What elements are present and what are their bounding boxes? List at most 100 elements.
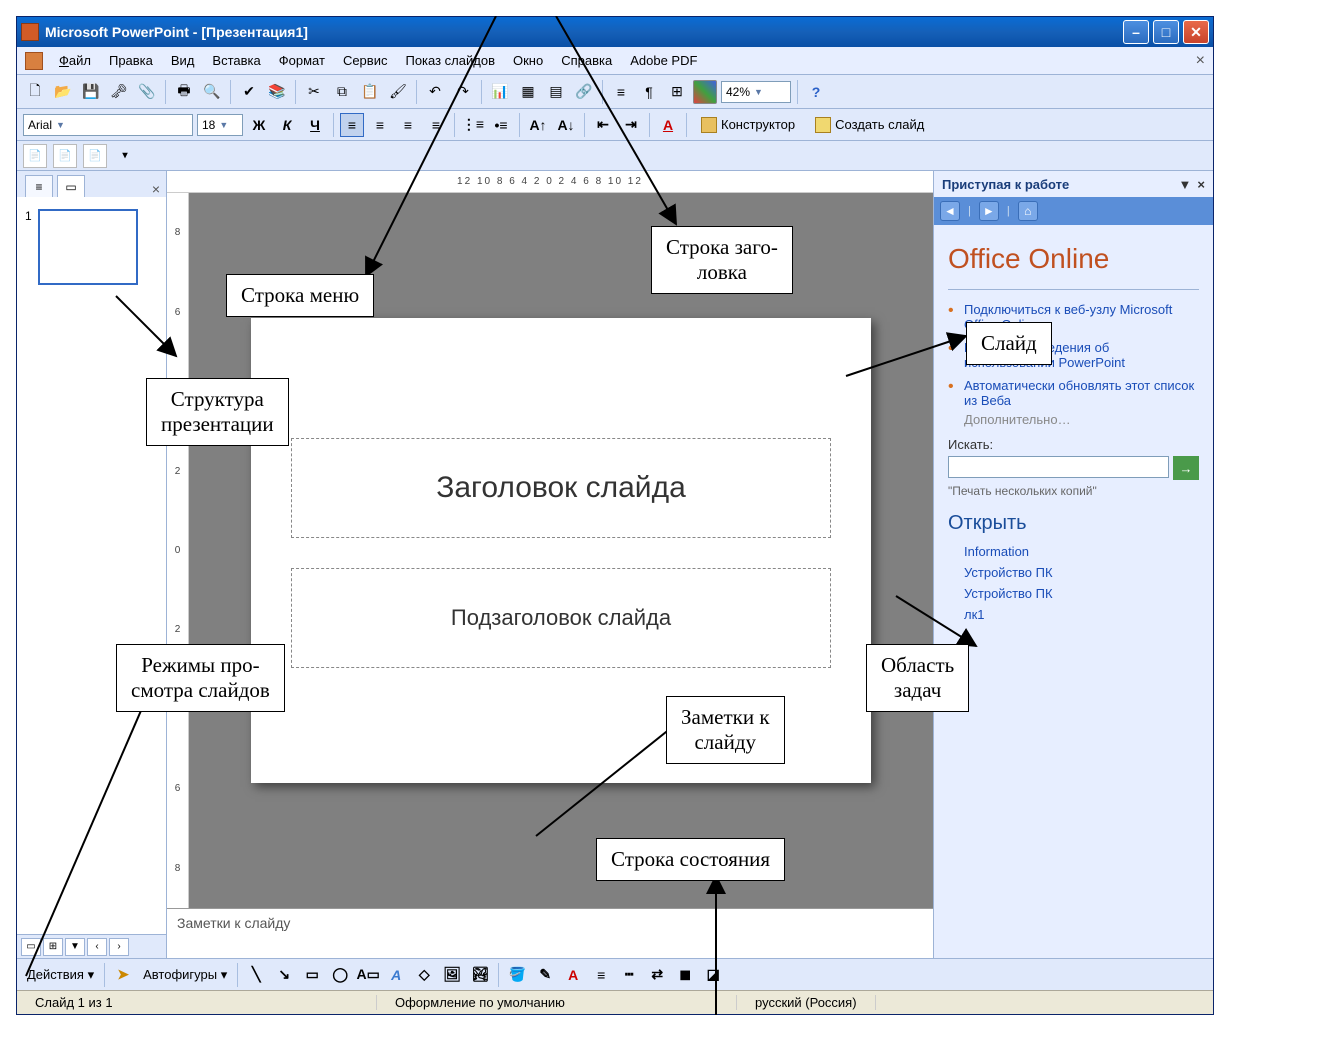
chart-icon[interactable]: 📊 [488, 80, 512, 104]
line-icon[interactable]: ╲ [244, 963, 268, 987]
menu-help[interactable]: Справка [553, 51, 620, 70]
oval-icon[interactable]: ◯ [328, 963, 352, 987]
clipart-icon[interactable]: 🖼 [440, 963, 464, 987]
nav-home-button[interactable]: ⌂ [1018, 201, 1038, 221]
new-slide-button[interactable]: Создать слайд [807, 113, 932, 137]
tab-outline[interactable]: ≡ [25, 175, 53, 197]
rectangle-icon[interactable]: ▭ [300, 963, 324, 987]
permission-icon[interactable]: 🗝 [107, 80, 131, 104]
task-pane-close-button[interactable]: × [1197, 177, 1205, 192]
font-color-draw-icon[interactable]: A [561, 963, 585, 987]
expand-all-icon[interactable]: ≡ [609, 80, 633, 104]
decrease-indent-button[interactable]: ⇤ [591, 113, 615, 137]
menu-view[interactable]: Вид [163, 51, 203, 70]
designer-button[interactable]: Конструктор [693, 113, 803, 137]
close-button[interactable]: ✕ [1183, 20, 1209, 44]
align-right-button[interactable]: ≡ [396, 113, 420, 137]
recent-file-4[interactable]: лк1 [948, 604, 1199, 625]
align-center-button[interactable]: ≡ [368, 113, 392, 137]
search-input[interactable] [948, 456, 1169, 478]
align-justify-button[interactable]: ≡ [424, 113, 448, 137]
3d-icon[interactable]: ◪ [701, 963, 725, 987]
pdf-convert-icon[interactable]: 📄 [23, 144, 47, 168]
menu-format[interactable]: Формат [271, 51, 333, 70]
pdf-review-icon[interactable]: 📄 [83, 144, 107, 168]
diagram-icon[interactable]: ◇ [412, 963, 436, 987]
menu-file[interactable]: Файл [51, 51, 99, 70]
bullets-button[interactable]: •≡ [489, 113, 513, 137]
toolbar-options-icon[interactable]: ▾ [113, 144, 137, 168]
zoom-combo[interactable]: 42%▼ [721, 81, 791, 103]
decrease-font-button[interactable]: A↓ [554, 113, 578, 137]
help-icon[interactable]: ? [804, 80, 828, 104]
link-more[interactable]: Дополнительно… [948, 412, 1199, 427]
research-icon[interactable]: 📚 [265, 80, 289, 104]
select-arrow-icon[interactable]: ➤ [111, 963, 135, 987]
cut-icon[interactable]: ✂ [302, 80, 326, 104]
close-document-button[interactable]: × [1196, 52, 1205, 70]
preview-icon[interactable]: 🔍 [200, 80, 224, 104]
recent-file-3[interactable]: Устройство ПК [948, 583, 1199, 604]
normal-view-button[interactable]: ▭ [21, 938, 41, 956]
increase-indent-button[interactable]: ⇥ [619, 113, 643, 137]
slideshow-view-button[interactable]: ▼ [65, 938, 85, 956]
new-icon[interactable]: 🗋 [23, 80, 47, 104]
close-panel-button[interactable]: × [152, 181, 160, 197]
spelling-icon[interactable]: ✔ [237, 80, 261, 104]
italic-button[interactable]: К [275, 113, 299, 137]
recent-file-1[interactable]: Information [948, 541, 1199, 562]
actions-menu[interactable]: Действия ▾ [23, 967, 98, 983]
menu-edit[interactable]: Правка [101, 51, 161, 70]
line-color-icon[interactable]: ✎ [533, 963, 557, 987]
copy-icon[interactable]: ⧉ [330, 80, 354, 104]
recent-file-2[interactable]: Устройство ПК [948, 562, 1199, 583]
menu-window[interactable]: Окно [505, 51, 551, 70]
paste-icon[interactable]: 📋 [358, 80, 382, 104]
tables-borders-icon[interactable]: ▤ [544, 80, 568, 104]
hyperlink-icon[interactable]: 🔗 [572, 80, 596, 104]
menu-adobe-pdf[interactable]: Adobe PDF [622, 51, 705, 70]
autoshapes-menu[interactable]: Автофигуры ▾ [139, 967, 231, 983]
link-auto-update[interactable]: Автоматически обновлять этот список из В… [948, 374, 1199, 412]
bold-button[interactable]: Ж [247, 113, 271, 137]
dash-style-icon[interactable]: ┅ [617, 963, 641, 987]
arrow-icon[interactable]: ↘ [272, 963, 296, 987]
menu-tools[interactable]: Сервис [335, 51, 396, 70]
shadow-icon[interactable]: ◼ [673, 963, 697, 987]
align-left-button[interactable]: ≡ [340, 113, 364, 137]
sorter-view-button[interactable]: ⊞ [43, 938, 63, 956]
undo-icon[interactable]: ↶ [423, 80, 447, 104]
attach-icon[interactable]: 📎 [135, 80, 159, 104]
slide[interactable]: Заголовок слайда Подзаголовок слайда [251, 318, 871, 783]
table-icon[interactable]: ▦ [516, 80, 540, 104]
link-connect-office-online[interactable]: Подключиться к веб-узлу Microsoft Office… [948, 298, 1199, 336]
link-latest-news[interactable]: Последние сведения об использовании Powe… [948, 336, 1199, 374]
picture-icon[interactable]: 🏞 [468, 963, 492, 987]
search-go-button[interactable]: → [1173, 456, 1199, 480]
minimize-button[interactable]: – [1123, 20, 1149, 44]
format-painter-icon[interactable]: 🖌 [386, 80, 410, 104]
underline-button[interactable]: Ч [303, 113, 327, 137]
slide-canvas[interactable]: Заголовок слайда Подзаголовок слайда [189, 193, 933, 908]
tab-slides[interactable]: ▭ [57, 175, 85, 197]
font-color-button[interactable]: A [656, 113, 680, 137]
nav-forward-button[interactable]: ► [979, 201, 999, 221]
increase-font-button[interactable]: A↑ [526, 113, 550, 137]
scroll-right-button[interactable]: › [109, 938, 129, 956]
menu-slideshow[interactable]: Показ слайдов [397, 51, 503, 70]
arrow-style-icon[interactable]: ⇄ [645, 963, 669, 987]
scroll-left-button[interactable]: ‹ [87, 938, 107, 956]
color-grayscale-icon[interactable] [693, 80, 717, 104]
subtitle-placeholder[interactable]: Подзаголовок слайда [291, 568, 831, 668]
task-pane-dropdown-icon[interactable]: ▼ [1179, 177, 1192, 192]
textbox-icon[interactable]: A▭ [356, 963, 380, 987]
notes-pane[interactable]: Заметки к слайду [167, 908, 933, 958]
fill-color-icon[interactable]: 🪣 [505, 963, 529, 987]
maximize-button[interactable]: □ [1153, 20, 1179, 44]
wordart-icon[interactable]: A [384, 963, 408, 987]
open-icon[interactable]: 📂 [51, 80, 75, 104]
font-size-combo[interactable]: 18▼ [197, 114, 243, 136]
pdf-email-icon[interactable]: 📄 [53, 144, 77, 168]
thumbnail-preview[interactable] [38, 209, 138, 285]
show-formatting-icon[interactable]: ¶ [637, 80, 661, 104]
